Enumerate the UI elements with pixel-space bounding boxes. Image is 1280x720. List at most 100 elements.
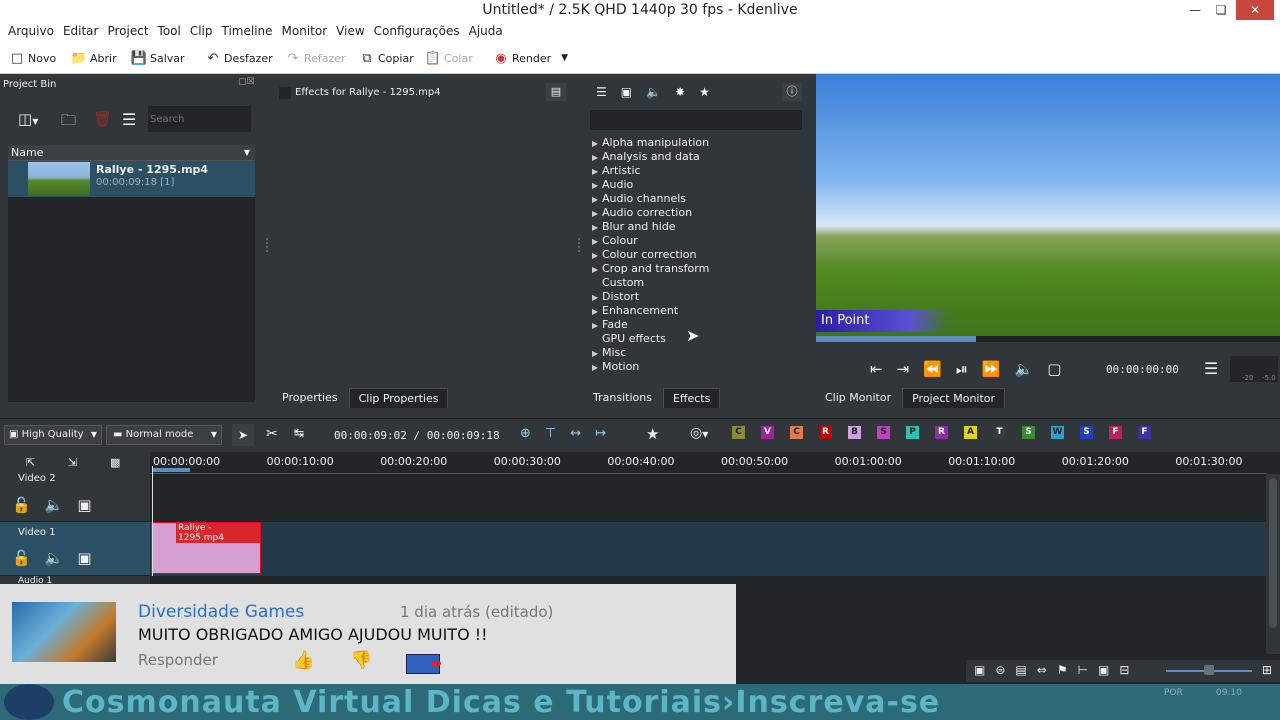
effect-category-item[interactable]: ▶ Artistic — [592, 164, 641, 178]
tab-transitions[interactable]: Transitions — [584, 388, 661, 408]
timeline-position[interactable]: 00:00:09:02 — [334, 429, 407, 442]
splitter-handle[interactable] — [266, 238, 269, 252]
record-icon[interactable]: ◎▼ — [690, 425, 708, 441]
color-tag-chip[interactable]: T — [993, 426, 1006, 439]
color-tag-chip[interactable]: A — [964, 426, 977, 439]
spacer-tool-icon[interactable]: ↹ — [294, 426, 304, 440]
color-tag-chip[interactable]: R — [819, 426, 832, 439]
overwrite-icon[interactable]: ⊤ — [545, 426, 556, 441]
effect-category-item[interactable]: ▶ Crop and transform — [592, 262, 709, 276]
color-tag-chip[interactable]: C — [732, 426, 745, 439]
track-height-icon[interactable]: ▤ — [1015, 663, 1026, 677]
snap-icon[interactable]: ⊢ — [1078, 663, 1088, 677]
color-tag-chip[interactable]: S — [1080, 426, 1093, 439]
extract-icon[interactable]: ↦ — [595, 426, 606, 441]
color-tag-chip[interactable]: F — [1138, 426, 1151, 439]
lock-icon[interactable]: 🔓 — [12, 496, 31, 514]
menu-tool[interactable]: Tool — [154, 21, 185, 41]
effect-category-item[interactable]: ▶ Fade — [592, 318, 628, 332]
audio-icon[interactable]: 🔈 — [45, 549, 64, 567]
set-out-icon[interactable]: ⇥ — [897, 360, 910, 378]
volume-icon[interactable]: 🔈 — [1015, 360, 1034, 378]
menu-monitor[interactable]: Monitor — [278, 21, 332, 41]
menu-editar[interactable]: Editar — [59, 21, 103, 41]
menu-timeline[interactable]: Timeline — [218, 21, 277, 41]
monitor-timecode[interactable]: 00:00:00:00 — [1106, 363, 1179, 376]
save-snapshot-icon[interactable]: ▣ — [974, 663, 985, 677]
menu-ajuda[interactable]: Ajuda — [465, 21, 507, 41]
thumbs-down-icon[interactable]: 👎 — [350, 650, 372, 671]
fullscreen-icon[interactable]: ▢ — [1047, 360, 1061, 378]
reply-link[interactable]: Responder — [138, 651, 218, 669]
effects-search-input[interactable] — [590, 110, 802, 130]
color-tag-chip[interactable]: B — [848, 426, 861, 439]
zoom-fit-icon[interactable]: ▣ — [1098, 663, 1109, 677]
split-audio-icon[interactable]: ⇔ — [1037, 663, 1047, 677]
effect-category-item[interactable]: ▶ Analysis and data — [592, 150, 700, 164]
color-tag-chip[interactable]: P — [906, 426, 919, 439]
tab-clip-monitor[interactable]: Clip Monitor — [816, 388, 901, 408]
effect-category-item[interactable]: Custom — [592, 276, 644, 290]
insert-icon[interactable]: ⊕ — [520, 426, 531, 441]
forward-icon[interactable]: ⏩ — [982, 360, 1001, 378]
edit-mode-select[interactable]: ▬ Normal mode ▼ — [106, 425, 222, 445]
zoom-slider-handle[interactable] — [1204, 665, 1214, 675]
effect-category-item[interactable]: ▶ Misc — [592, 346, 626, 360]
color-tag-chip[interactable]: C — [790, 426, 803, 439]
effect-category-item[interactable]: ▶ Audio — [592, 178, 633, 192]
effect-category-item[interactable]: ▶ Motion — [592, 360, 639, 374]
quality-select[interactable]: ▣ High Quality ▼ — [4, 425, 102, 445]
splitter-handle-2[interactable] — [578, 238, 581, 252]
save-button[interactable]: 💾 Salvar — [131, 48, 185, 68]
info-icon[interactable]: ⓘ — [782, 83, 802, 101]
video-icon[interactable]: ▣ — [77, 549, 91, 567]
tab-effects[interactable]: Effects — [662, 388, 721, 408]
lift-icon[interactable]: ↔ — [570, 426, 581, 441]
float-close-icons[interactable]: ▢☒ — [238, 77, 255, 87]
track-lane-video1[interactable] — [150, 522, 1266, 576]
expand-icon[interactable]: ⇲ — [68, 456, 77, 469]
timeline-clip[interactable]: Rallye - 1295.mp4 — [151, 522, 261, 574]
rewind-icon[interactable]: ⏪ — [923, 360, 942, 378]
redo-button[interactable]: ↷ Refazer — [286, 48, 346, 68]
bin-clip-row[interactable]: Rallye - 1295.mp4 00:00:09:18 [1] — [8, 161, 255, 197]
tab-properties[interactable]: Properties — [273, 388, 347, 408]
compare-icon[interactable]: ▤ — [546, 83, 566, 101]
open-button[interactable]: 📁 Abrir — [71, 48, 117, 68]
menu-icon[interactable]: ☰ — [122, 110, 136, 129]
marker-icon[interactable]: ⚑ — [1057, 663, 1068, 677]
set-in-icon[interactable]: ⇤ — [870, 360, 883, 378]
video-preview[interactable]: In Point — [816, 74, 1280, 336]
effect-category-item[interactable]: ▶ Blur and hide — [592, 220, 676, 234]
color-tag-chip[interactable]: F — [1109, 426, 1122, 439]
zoom-out-icon[interactable]: ⊟ — [1119, 663, 1129, 677]
audio-icon[interactable]: 🔈 — [646, 85, 661, 99]
color-tag-chip[interactable]: S — [1022, 426, 1035, 439]
track-header-video1[interactable]: Video 1 🔓 🔈 ▣ — [0, 522, 150, 576]
razor-tool-icon[interactable]: ✂ — [266, 426, 278, 442]
paste-button[interactable]: 📋 Colar — [425, 48, 473, 68]
menu-project[interactable]: Project — [103, 21, 152, 41]
tab-clip-properties[interactable]: Clip Properties — [348, 388, 449, 408]
effect-category-item[interactable]: ▶ Audio correction — [592, 206, 692, 220]
timeline-scrollbar[interactable] — [1266, 474, 1280, 654]
close-button[interactable]: ✕ — [1236, 0, 1274, 20]
color-tag-chip[interactable]: R — [935, 426, 948, 439]
favorite-icon[interactable]: ★ — [699, 85, 710, 99]
menu-view[interactable]: View — [332, 21, 368, 41]
effect-category-item[interactable]: ▶ Enhancement — [592, 304, 678, 318]
monitor-menu-icon[interactable]: ☰ — [1204, 359, 1218, 378]
effect-category-item[interactable]: ▶ Colour correction — [592, 248, 696, 262]
effect-category-item[interactable]: ▶ Audio channels — [592, 192, 686, 206]
render-button[interactable]: ◉ Render ▼ — [494, 48, 568, 68]
video-icon[interactable]: ▣ — [621, 85, 632, 99]
effect-checkbox[interactable] — [279, 87, 291, 99]
fit-zoom-icon[interactable]: ⇱ — [26, 456, 35, 469]
play-icon[interactable]: ⏯ — [956, 360, 968, 378]
zoom-in-icon[interactable]: ⊞ — [1262, 663, 1272, 677]
list-icon[interactable]: ☰ — [596, 85, 607, 99]
color-tag-chip[interactable]: V — [761, 426, 774, 439]
bin-search-input[interactable] — [148, 106, 251, 132]
effect-category-item[interactable]: ▶ Distort — [592, 290, 639, 304]
delete-icon[interactable]: 🗑 — [93, 110, 112, 128]
